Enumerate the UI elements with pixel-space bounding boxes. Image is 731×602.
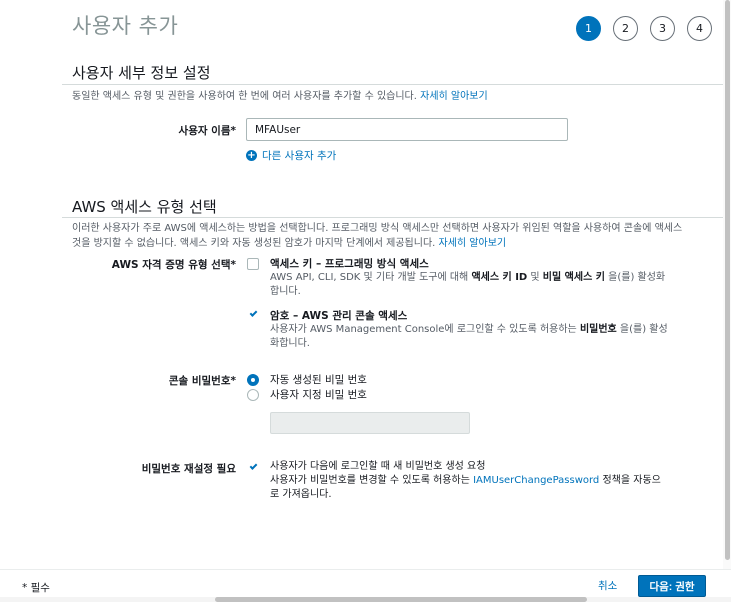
username-label: 사용자 이름* <box>178 125 236 137</box>
programmatic-access-title: 액세스 키 – 프로그래밍 방식 액세스 <box>270 258 429 270</box>
learn-more-link[interactable]: 자세히 알아보기 <box>439 238 507 249</box>
credential-type-label: AWS 자격 증명 유형 선택* <box>111 259 236 271</box>
custom-password-label: 사용자 지정 비밀 번호 <box>270 389 367 401</box>
iam-policy-link[interactable]: IAMUserChangePassword <box>473 475 599 486</box>
console-access-description: 사용자가 AWS Management Console에 로그인할 수 있도록 … <box>270 324 668 349</box>
cancel-button[interactable]: 취소 <box>598 578 617 593</box>
learn-more-link[interactable]: 자세히 알아보기 <box>420 91 488 102</box>
check-icon <box>249 462 258 470</box>
check-icon <box>249 309 258 317</box>
custom-password-input[interactable] <box>270 412 470 434</box>
next-permissions-button[interactable]: 다음: 권한 <box>638 575 706 597</box>
plus-circle-icon: + <box>246 149 257 161</box>
vertical-scrollbar-thumb[interactable] <box>725 0 730 560</box>
step-3[interactable]: 3 <box>650 16 675 41</box>
user-details-description: 동일한 액세스 유형 및 권한을 사용하여 한 번에 여러 사용자를 추가할 수… <box>72 91 488 102</box>
divider <box>62 217 731 218</box>
user-details-title: 사용자 세부 정보 설정 <box>72 64 211 82</box>
password-reset-checkbox[interactable] <box>247 462 259 474</box>
access-type-title: AWS 액세스 유형 선택 <box>72 198 217 216</box>
custom-password-radio[interactable] <box>247 389 259 401</box>
step-1[interactable]: 1 <box>576 16 601 41</box>
horizontal-scrollbar-thumb[interactable] <box>215 597 587 602</box>
divider <box>62 84 731 85</box>
auto-password-radio[interactable] <box>247 374 259 386</box>
programmatic-access-checkbox[interactable] <box>247 258 259 270</box>
page-title: 사용자 추가 <box>72 14 179 38</box>
step-4[interactable]: 4 <box>687 16 712 41</box>
access-type-description: 이러한 사용자가 주로 AWS에 액세스하는 방법을 선택합니다. 프로그래밍 … <box>72 223 683 249</box>
step-2[interactable]: 2 <box>613 16 638 41</box>
auto-password-label: 자동 생성된 비밀 번호 <box>270 374 367 386</box>
console-access-title: 암호 – AWS 관리 콘솔 액세스 <box>270 310 408 322</box>
footer-divider <box>0 569 731 570</box>
console-access-checkbox[interactable] <box>247 309 259 321</box>
required-note: * 필수 <box>22 582 50 594</box>
password-reset-label: 비밀번호 재설정 필요 <box>141 463 236 475</box>
console-password-label: 콘솔 비밀번호* <box>168 375 236 387</box>
programmatic-access-description: AWS API, CLI, SDK 및 기타 개발 도구에 대해 액세스 키 I… <box>270 272 666 297</box>
password-reset-description: 사용자가 다음에 로그인할 때 새 비밀번호 생성 요청 사용자가 비밀번호를 … <box>270 461 661 500</box>
add-user-button[interactable]: + 다른 사용자 추가 <box>246 148 336 163</box>
username-input[interactable] <box>246 118 568 141</box>
wizard-steps: 1 2 3 4 <box>576 16 712 41</box>
